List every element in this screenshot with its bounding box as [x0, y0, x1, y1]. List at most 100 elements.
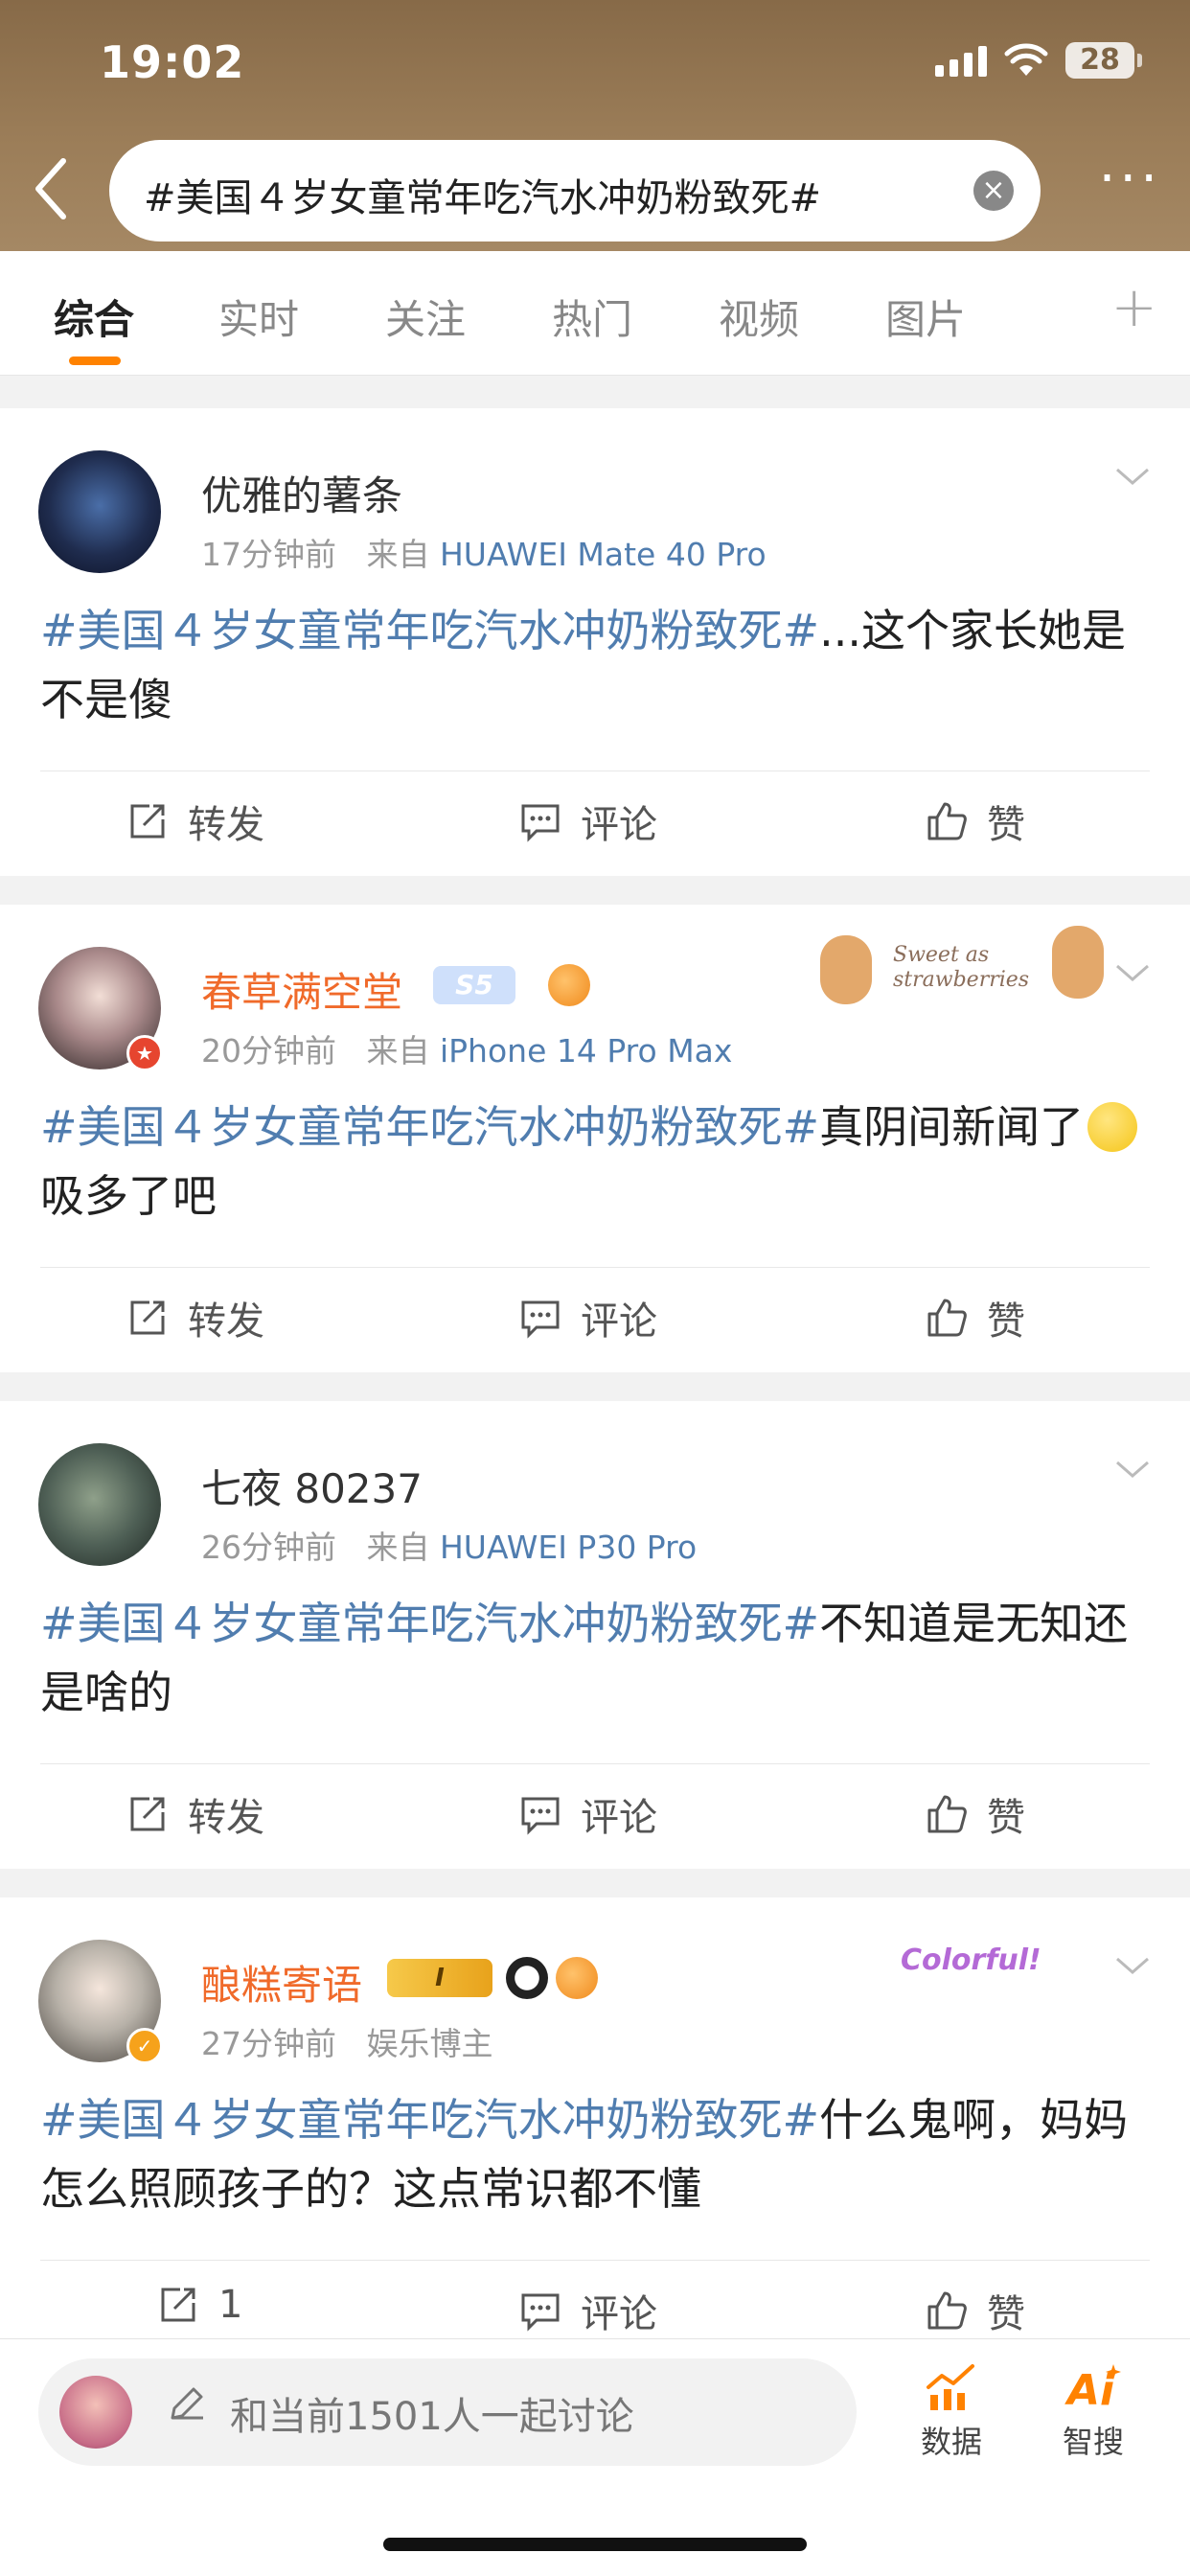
source-prefix: 来自 [366, 1032, 430, 1070]
device-name[interactable]: iPhone 14 Pro Max [440, 1032, 732, 1070]
repost-button[interactable]: 转发 [126, 1290, 264, 1346]
member-crown-badge-icon[interactable]: I [387, 1959, 492, 1997]
home-indicator[interactable] [383, 2538, 807, 2551]
topic-link[interactable]: #美国４岁女童常年吃汽水冲奶粉致死# [40, 2094, 819, 2146]
source-prefix: 来自 [366, 1529, 430, 1566]
ai-search-button[interactable]: Ai 智搜 [1041, 2362, 1146, 2462]
divider [40, 2260, 1150, 2261]
repost-icon [130, 804, 165, 839]
comment-button[interactable]: 评论 [519, 1290, 657, 1346]
avatar[interactable] [38, 1443, 161, 1566]
data-button[interactable]: 数据 [899, 2362, 1004, 2462]
repost-icon [130, 1797, 165, 1831]
post-meta: 20分钟前 来自 iPhone 14 Pro Max [201, 1025, 732, 1071]
comment-button[interactable]: 评论 [519, 794, 657, 849]
more-icon[interactable]: ··· [1099, 152, 1161, 206]
divider [40, 770, 1150, 771]
signal-icon [935, 44, 987, 77]
like-button[interactable]: 赞 [926, 794, 1025, 849]
post-meta: 27分钟前 娱乐博主 [201, 2018, 492, 2064]
tab-hot[interactable]: 热门 [552, 288, 632, 346]
bear-figure-icon [1052, 926, 1104, 999]
status-icons: 28 [935, 42, 1142, 79]
data-label: 数据 [920, 2424, 982, 2460]
chevron-down-icon[interactable] [1113, 1459, 1152, 1482]
like-button[interactable]: 赞 [926, 1290, 1025, 1346]
post-card[interactable]: 七夜 80237 26分钟前 来自 HUAWEI P30 Pro #美国４岁女童… [0, 1401, 1190, 1869]
post-content: #美国４岁女童常年吃汽水冲奶粉致死#...这个家长她是不是傻 [40, 596, 1152, 734]
topic-link[interactable]: #美国４岁女童常年吃汽水冲奶粉致死# [40, 1598, 819, 1649]
like-label: 赞 [987, 1796, 1025, 1840]
chevron-down-icon[interactable] [1113, 1955, 1152, 1978]
post-meta: 17分钟前 来自 HUAWEI Mate 40 Pro [201, 529, 767, 575]
device-name[interactable]: HUAWEI Mate 40 Pro [440, 536, 767, 573]
comment-button[interactable]: 评论 [519, 2283, 657, 2338]
divider [40, 1267, 1150, 1268]
decoration-text: Sweet as strawberries [893, 943, 1030, 992]
fan-badge-icon[interactable] [556, 1957, 598, 1999]
back-icon[interactable] [27, 155, 75, 222]
repost-button[interactable]: 转发 [126, 1786, 264, 1842]
like-button[interactable]: 赞 [926, 1786, 1025, 1842]
avatar[interactable] [38, 450, 161, 573]
like-icon [927, 1795, 967, 1833]
verified-badge-icon: ✓ [126, 2028, 163, 2064]
tab-realtime[interactable]: 实时 [218, 288, 299, 346]
post-card[interactable]: 优雅的薯条 17分钟前 来自 HUAWEI Mate 40 Pro #美国４岁女… [0, 408, 1190, 876]
like-icon [927, 1299, 967, 1337]
fan-badge-icon[interactable] [548, 964, 590, 1006]
username[interactable]: 酿糕寄语 [201, 1953, 362, 2012]
repost-icon [161, 2288, 195, 2322]
post-card[interactable]: ★ 春草满空堂 S5 Sweet as strawberries 20分钟前 来… [0, 905, 1190, 1372]
tab-bar: 综合 实时 关注 热门 视频 图片 + [0, 251, 1190, 376]
comment-label: 评论 [581, 803, 657, 847]
tab-following[interactable]: 关注 [385, 288, 466, 346]
username[interactable]: 优雅的薯条 [201, 464, 402, 522]
tab-indicator [69, 356, 121, 365]
topic-link[interactable]: #美国４岁女童常年吃汽水冲奶粉致死# [40, 605, 819, 656]
tab-comprehensive[interactable]: 综合 [54, 288, 134, 346]
pencil-icon [171, 2387, 203, 2420]
repost-button[interactable]: 1 [157, 2283, 242, 2327]
post-content: #美国４岁女童常年吃汽水冲奶粉致死#不知道是无知还是啥的 [40, 1589, 1152, 1727]
add-tab-icon[interactable]: + [1110, 274, 1157, 339]
like-label: 赞 [987, 803, 1025, 847]
like-icon [927, 2291, 967, 2330]
chevron-down-icon[interactable] [1113, 962, 1152, 985]
status-time: 19:02 [100, 36, 245, 88]
comment-icon [521, 1300, 560, 1339]
like-label: 赞 [987, 1300, 1025, 1344]
ai-search-label: 智搜 [1062, 2424, 1124, 2460]
comment-button[interactable]: 评论 [519, 1786, 657, 1842]
like-button[interactable]: 赞 [926, 2283, 1025, 2338]
search-query[interactable]: #美国４岁女童常年吃汽水冲奶粉致死# [144, 167, 821, 222]
post-card[interactable]: ✓ 酿糕寄语 I Colorful! 27分钟前 娱乐博主 #美国４岁女童常年吃… [0, 1898, 1190, 2338]
post-content: #美国４岁女童常年吃汽水冲奶粉致死#什么鬼啊，妈妈怎么照顾孩子的？这点常识都不懂 [40, 2085, 1152, 2223]
panda-icon [506, 1957, 548, 1999]
comment-label: 评论 [581, 2292, 657, 2336]
clear-icon[interactable]: × [973, 171, 1014, 211]
chevron-down-icon[interactable] [1113, 466, 1152, 489]
repost-label: 转发 [188, 803, 264, 847]
verified-badge-icon: ★ [126, 1035, 163, 1071]
ai-icon: Ai [1064, 2364, 1121, 2412]
device-name[interactable]: HUAWEI P30 Pro [440, 1529, 697, 1566]
battery-icon: 28 [1065, 42, 1142, 79]
avatar[interactable] [59, 2376, 132, 2449]
tab-images[interactable]: 图片 [885, 288, 966, 346]
topic-link[interactable]: #美国４岁女童常年吃汽水冲奶粉致死# [40, 1101, 819, 1153]
discuss-placeholder[interactable]: 和当前1501人一起讨论 [230, 2385, 634, 2441]
username[interactable]: 七夜 80237 [201, 1457, 423, 1515]
comment-icon [521, 2293, 560, 2332]
comment-icon [521, 1797, 560, 1835]
repost-button[interactable]: 转发 [126, 794, 264, 849]
bar-chart-icon [927, 2364, 974, 2410]
username[interactable]: 春草满空堂 [201, 960, 402, 1019]
repost-count: 1 [218, 2283, 243, 2327]
tab-video[interactable]: 视频 [719, 288, 799, 346]
search-box[interactable]: #美国４岁女童常年吃汽水冲奶粉致死# × [109, 140, 1041, 242]
level-badge-icon[interactable]: S5 [433, 966, 515, 1004]
post-meta: 26分钟前 来自 HUAWEI P30 Pro [201, 1522, 697, 1568]
divider [40, 1763, 1150, 1764]
post-time: 17分钟前 [201, 536, 336, 573]
